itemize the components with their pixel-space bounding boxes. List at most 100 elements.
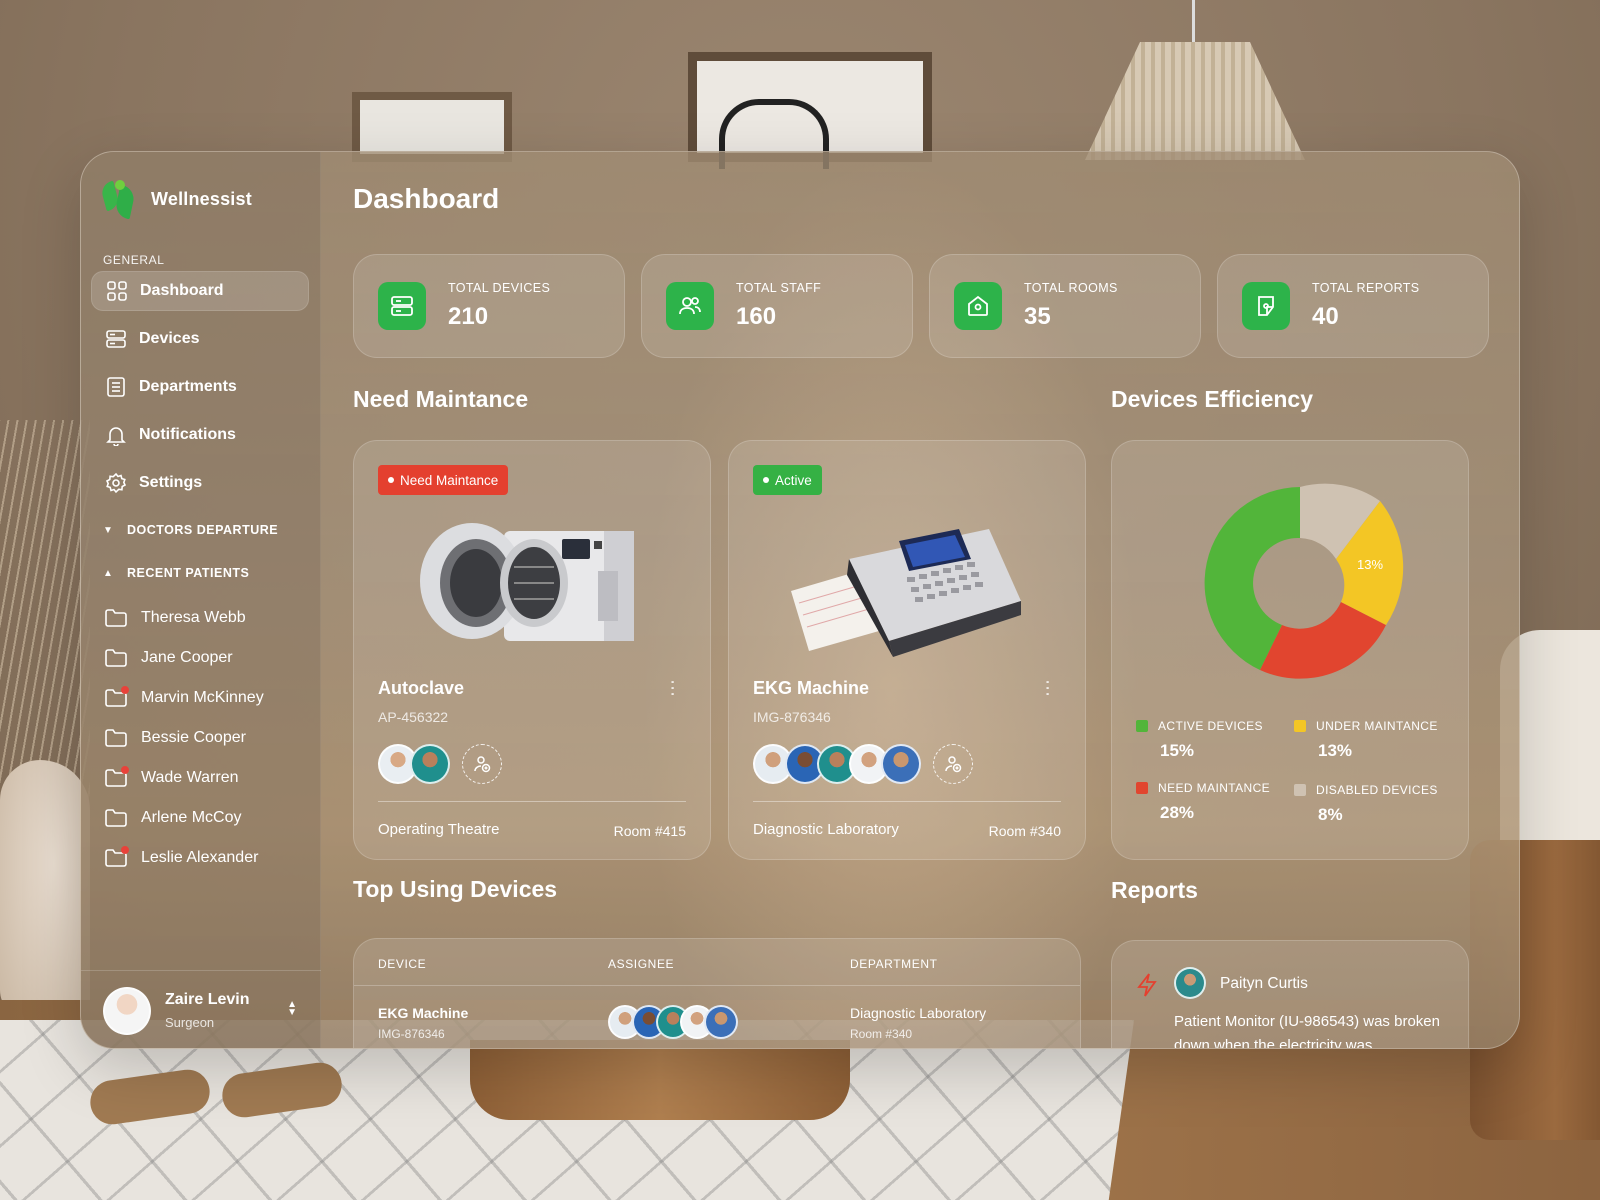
caret-up-icon: ▲ [103, 567, 114, 579]
device-department: Operating Theatre [378, 821, 500, 838]
device-room: Room #340 [988, 823, 1061, 839]
doctors-departure-toggle[interactable]: ▼ DOCTORS DEPARTURE [103, 523, 278, 537]
assignee-avatars [378, 744, 502, 784]
stat-card-reports[interactable]: TOTAL REPORTS 40 [1217, 254, 1489, 358]
sidebar-item-label: Dashboard [140, 282, 224, 299]
legend-value: 15% [1160, 741, 1195, 760]
patient-item[interactable]: Jane Cooper [105, 638, 264, 678]
stat-value: 40 [1312, 303, 1339, 330]
stat-value: 35 [1024, 303, 1051, 330]
stat-card-rooms[interactable]: TOTAL ROOMS 35 [929, 254, 1201, 358]
legend-label: ACTIVE DEVICES [1158, 719, 1263, 733]
badge-label: Active [775, 472, 812, 488]
sidebar-item-notifications[interactable]: Notifications [91, 415, 309, 455]
folder-alert-icon [105, 846, 129, 867]
device-name: Autoclave [378, 678, 465, 698]
server-icon [378, 282, 426, 330]
legend-under-maintenance: UNDER MAINTANCE 13% [1294, 719, 1444, 761]
donut-label: 13% [1357, 557, 1383, 572]
stool [470, 1040, 850, 1120]
sidebar-item-dashboard[interactable]: Dashboard [91, 271, 309, 311]
legend-value: 13% [1318, 741, 1353, 760]
table-header[interactable]: DEVICE [378, 957, 426, 971]
table-header[interactable]: DEPARTMENT [850, 957, 938, 971]
device-card-autoclave[interactable]: Need Maintance Autoclave AP-456322 ⋯ Ope… [353, 440, 711, 860]
chevron-updown-icon[interactable]: ▲ ▼ [287, 1000, 297, 1018]
recent-patients-list: Theresa Webb Jane Cooper Marvin McKinney… [105, 598, 264, 878]
need-maintenance-title: Need Maintance [353, 386, 529, 412]
report-author: Paityn Curtis [1220, 975, 1308, 992]
folder-icon [105, 649, 127, 667]
group-label: RECENT PATIENTS [127, 566, 250, 580]
autoclave-image [420, 523, 634, 641]
more-options-icon[interactable]: ⋯ [663, 679, 683, 697]
patient-name: Theresa Webb [141, 609, 246, 626]
vase [0, 760, 90, 1020]
report-icon [1242, 282, 1290, 330]
main-content: Dashboard TOTAL DEVICES 210 TOTAL STAFF … [353, 152, 1493, 1049]
legend-value: 8% [1318, 805, 1343, 824]
avatar[interactable] [704, 1005, 738, 1039]
avatar[interactable] [410, 744, 450, 784]
divider [354, 985, 1080, 986]
avatar[interactable] [881, 744, 921, 784]
patient-name: Jane Cooper [141, 649, 233, 666]
device-room: Room #415 [613, 823, 686, 839]
sidebar-item-departments[interactable]: Departments [91, 367, 309, 407]
sidebar-item-settings[interactable]: Settings [91, 463, 309, 503]
main-nav: Dashboard Devices Departments Notificati… [91, 271, 309, 511]
patient-item[interactable]: Marvin McKinney [105, 678, 264, 718]
top-devices-table: DEVICE ASSIGNEE DEPARTMENT EKG Machine I… [353, 938, 1081, 1048]
devices-efficiency-title: Devices Efficiency [1111, 386, 1314, 412]
add-user-icon [945, 756, 962, 773]
ekg-machine-image [791, 529, 1021, 657]
add-assignee-button[interactable] [462, 744, 502, 784]
row-assignees [608, 1005, 738, 1039]
sidebar-item-label: Notifications [139, 426, 236, 443]
server-icon [105, 328, 127, 350]
document-list-icon [105, 376, 127, 398]
dashboard-window: Wellnessist GENERAL Dashboard Devices De… [80, 151, 1520, 1049]
legend-label: DISABLED DEVICES [1316, 783, 1438, 797]
device-card-ekg[interactable]: Active EKG Machine IMG-876346 ⋯ Diagnost… [728, 440, 1086, 860]
report-text: Patient Monitor (IU-986543) was broken d… [1174, 1013, 1440, 1049]
patient-item[interactable]: Leslie Alexander [105, 838, 264, 878]
stat-card-staff[interactable]: TOTAL STAFF 160 [641, 254, 913, 358]
brand[interactable]: Wellnessist [99, 180, 252, 220]
row-device-id: IMG-876346 [378, 1027, 445, 1041]
legend-need-maintenance: NEED MAINTANCE 28% [1136, 781, 1286, 823]
patient-item[interactable]: Theresa Webb [105, 598, 264, 638]
table-header[interactable]: ASSIGNEE [608, 957, 674, 971]
patient-item[interactable]: Arlene McCoy [105, 798, 264, 838]
user-name: Zaire Levin [165, 991, 250, 1008]
stat-card-devices[interactable]: TOTAL DEVICES 210 [353, 254, 625, 358]
efficiency-donut-chart: 13% [1204, 483, 1404, 679]
patient-name: Bessie Cooper [141, 729, 246, 746]
assignee-avatars [753, 744, 973, 784]
legend-value: 28% [1160, 803, 1195, 822]
legend-label: UNDER MAINTANCE [1316, 719, 1438, 733]
gear-icon [105, 472, 127, 494]
patient-item[interactable]: Bessie Cooper [105, 718, 264, 758]
row-device-name: EKG Machine [378, 1005, 469, 1021]
recent-patients-toggle[interactable]: ▲ RECENT PATIENTS [103, 566, 249, 580]
picture-frame [688, 52, 932, 169]
lightning-icon [1137, 973, 1157, 997]
folder-icon [105, 729, 127, 747]
user-profile[interactable]: Zaire Levin Surgeon ▲ ▼ [81, 970, 321, 1048]
bell-icon [105, 424, 127, 446]
sidebar-item-devices[interactable]: Devices [91, 319, 309, 359]
row-room: Room #340 [850, 1027, 913, 1041]
add-assignee-button[interactable] [933, 744, 973, 784]
badge-label: Need Maintance [400, 472, 499, 488]
divider [753, 801, 1061, 802]
stat-value: 210 [448, 303, 489, 330]
patient-item[interactable]: Wade Warren [105, 758, 264, 798]
sidebar-item-label: Devices [139, 330, 200, 347]
sidebar-item-label: Departments [139, 378, 237, 395]
page-title: Dashboard [353, 183, 500, 214]
more-options-icon[interactable]: ⋯ [1038, 679, 1058, 697]
stat-label: TOTAL ROOMS [1024, 281, 1118, 295]
stat-label: TOTAL STAFF [736, 281, 822, 295]
report-card[interactable]: Paityn Curtis Patient Monitor (IU-986543… [1111, 940, 1469, 1049]
